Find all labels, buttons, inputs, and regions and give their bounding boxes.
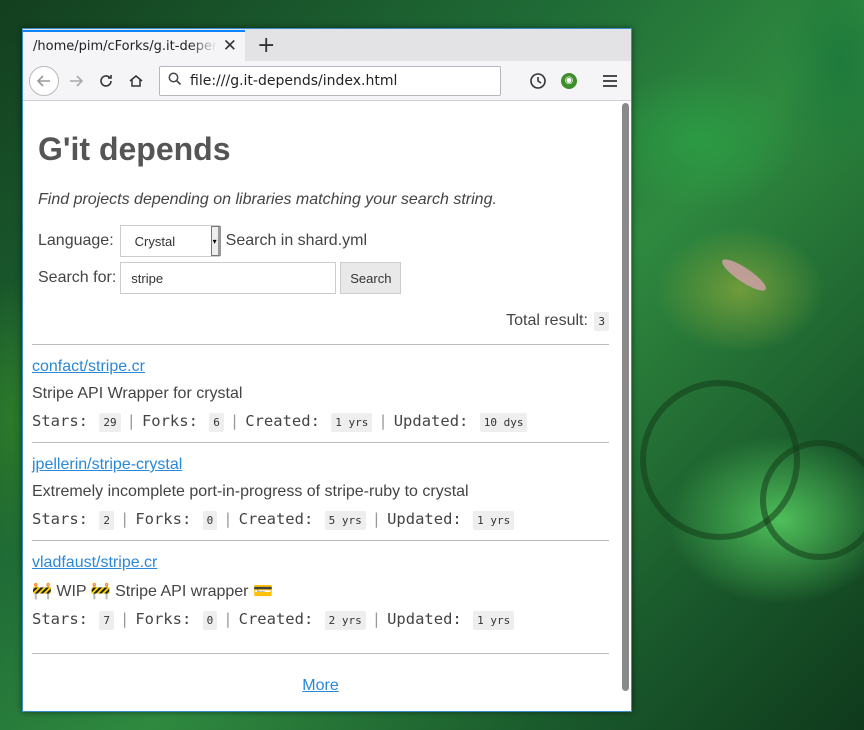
language-label: Language:: [38, 232, 114, 249]
reload-icon[interactable]: [91, 66, 121, 96]
language-select-value: Crystal: [134, 233, 176, 249]
created-value: 5 yrs: [324, 511, 366, 530]
page-title: G'it depends: [38, 131, 231, 167]
separator: |: [223, 510, 233, 528]
separator: |: [371, 510, 382, 528]
separator: |: [119, 510, 130, 528]
search-button[interactable]: Search: [340, 262, 402, 294]
background-bird: [718, 254, 770, 296]
browser-window: /home/pim/cForks/g.it-depends/index.html…: [22, 28, 632, 712]
updated-label: Updated:: [387, 510, 462, 528]
forks-label: Forks:: [135, 610, 192, 628]
separator: |: [371, 610, 382, 628]
language-select[interactable]: Crystal ▾: [119, 225, 221, 257]
updated-value: 1 yrs: [473, 611, 515, 630]
home-icon[interactable]: [121, 66, 151, 96]
more-link[interactable]: More: [302, 677, 338, 694]
updated-value: 10 dys: [479, 413, 528, 432]
created-value: 1 yrs: [331, 413, 373, 432]
forks-label: Forks:: [141, 412, 198, 430]
total-result-count: 3: [594, 312, 609, 331]
divider: [32, 653, 609, 654]
url-bar[interactable]: file:///g.it-depends/index.html: [159, 65, 501, 96]
created-label: Created:: [238, 610, 314, 628]
stars-count: 29: [99, 413, 121, 432]
repo-description: Stripe API Wrapper for crystal: [32, 385, 243, 402]
result-item: vladfaust/stripe.cr 🚧 WIP 🚧 Stripe API wr…: [32, 541, 609, 639]
repo-stats: Stars: 29 | Forks: 6 | Created: 1 yrs | Update…: [32, 412, 609, 432]
forks-label: Forks:: [135, 510, 192, 528]
separator: |: [229, 412, 240, 430]
total-result-label: Total result:: [506, 312, 588, 329]
back-arrow-icon[interactable]: [29, 65, 59, 96]
url-text: file:///g.it-depends/index.html: [190, 72, 398, 89]
updated-value: 1 yrs: [473, 511, 515, 530]
result-item: confact/stripe.cr Stripe API Wrapper for …: [32, 345, 609, 443]
browser-tab[interactable]: /home/pim/cForks/g.it-depends/index.html…: [23, 30, 245, 61]
created-label: Created:: [238, 510, 314, 528]
search-input[interactable]: stripe: [120, 262, 337, 294]
updated-label: Updated:: [387, 610, 462, 628]
search-icon: [168, 72, 182, 90]
close-tab-icon[interactable]: ✕: [223, 38, 237, 55]
scrollbar-thumb[interactable]: [622, 103, 629, 691]
separator: |: [378, 412, 388, 430]
search-for-label: Search for:: [38, 269, 117, 286]
created-value: 2 yrs: [324, 611, 366, 630]
extension-icon[interactable]: ◉: [561, 72, 577, 89]
repo-link[interactable]: jpellerin/stripe-crystal: [32, 456, 182, 473]
forks-count: 6: [209, 413, 224, 432]
separator: |: [126, 412, 136, 430]
stars-count: 7: [99, 611, 114, 630]
forks-count: 0: [202, 611, 218, 630]
repo-link[interactable]: vladfaust/stripe.cr: [32, 554, 157, 571]
page-subtitle: Find projects depending on libraries mat…: [38, 191, 497, 208]
tab-title: /home/pim/cForks/g.it-depends/index.html: [33, 39, 217, 54]
results-list: confact/stripe.cr Stripe API Wrapper for …: [32, 345, 609, 639]
history-clock-icon[interactable]: [523, 66, 553, 96]
total-result: Total result: 3: [32, 312, 609, 331]
repo-stats: Stars: 7 | Forks: 0 | Created: 2 yrs | Updated…: [32, 610, 609, 630]
created-label: Created:: [245, 412, 320, 430]
stars-label: Stars:: [32, 510, 88, 528]
page-content: G'it depends Find projects depending on …: [23, 101, 631, 711]
stars-label: Stars:: [32, 412, 88, 430]
repo-description: Extremely incomplete port-in-progress of…: [32, 483, 469, 500]
repo-stats: Stars: 2 | Forks: 0 | Created: 5 yrs | Updated…: [32, 510, 609, 530]
background-wheel: [760, 440, 864, 560]
repo-link[interactable]: confact/stripe.cr: [32, 358, 145, 375]
separator: |: [119, 610, 130, 628]
navigation-bar: file:///g.it-depends/index.html ◉: [23, 61, 631, 101]
stars-count: 2: [99, 511, 114, 530]
repo-description: 🚧 WIP 🚧 Stripe API wrapper 💳: [32, 583, 273, 600]
scrollbar[interactable]: [619, 101, 631, 711]
search-in-label: Search in shard.yml: [225, 232, 368, 249]
stars-label: Stars:: [32, 610, 88, 628]
forks-count: 0: [202, 511, 218, 530]
updated-label: Updated:: [393, 412, 469, 430]
separator: |: [223, 610, 233, 628]
result-item: jpellerin/stripe-crystal Extremely incomp…: [32, 443, 609, 541]
new-tab-icon[interactable]: +: [257, 35, 275, 57]
hamburger-menu-icon[interactable]: [595, 66, 625, 96]
tab-bar: /home/pim/cForks/g.it-depends/index.html…: [23, 29, 631, 61]
chevron-down-icon[interactable]: ▾: [210, 226, 221, 256]
forward-arrow-icon[interactable]: [61, 66, 91, 96]
